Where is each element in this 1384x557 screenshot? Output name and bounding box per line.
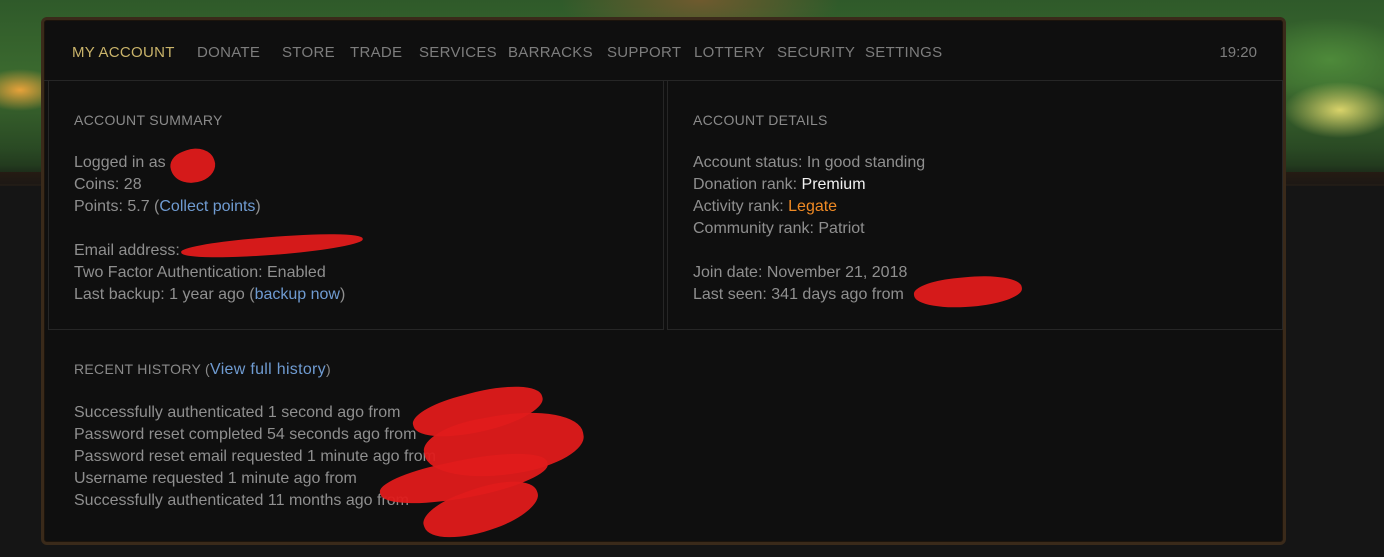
nav-barracks[interactable]: BARRACKS [508, 44, 593, 61]
account-summary-box: ACCOUNT SUMMARY Logged in as Coins: 28 P… [48, 80, 664, 330]
activity-rank-label: Activity rank: [693, 198, 789, 215]
history-entry: Successfully authenticated 11 months ago… [74, 492, 409, 509]
donation-rank-line: Donation rank: Premium [693, 176, 866, 194]
history-entry: Password reset email requested 1 minute … [74, 448, 436, 465]
points-text: Points: 5.7 ( [74, 198, 160, 215]
nav-services[interactable]: SERVICES [419, 44, 497, 61]
backup-line: Last backup: 1 year ago (backup now) [74, 286, 345, 304]
points-suffix: ) [255, 198, 261, 215]
redaction-last-seen [912, 271, 1024, 313]
email-label: Email address: [74, 242, 180, 259]
account-details-title: ACCOUNT DETAILS [693, 112, 828, 128]
donation-rank-value: Premium [801, 176, 866, 193]
recent-history-title: RECENT HISTORY (View full history) [74, 361, 331, 379]
redaction-email [180, 229, 364, 263]
nav-store[interactable]: STORE [282, 44, 335, 61]
history-entry: Password reset completed 54 seconds ago … [74, 426, 417, 443]
account-status-text: Account status: In good standing [693, 154, 926, 171]
recent-history-suffix: ) [325, 361, 331, 377]
backup-text: Last backup: 1 year ago ( [74, 286, 255, 303]
nav-my-account[interactable]: MY ACCOUNT [72, 44, 175, 61]
history-entry: Username requested 1 minute ago from [74, 470, 357, 487]
account-details-box: ACCOUNT DETAILS Account status: In good … [667, 80, 1283, 330]
points-line: Points: 5.7 (Collect points) [74, 198, 261, 216]
nav-trade[interactable]: TRADE [350, 44, 402, 61]
community-rank-text: Community rank: Patriot [693, 220, 865, 237]
nav-settings[interactable]: SETTINGS [865, 44, 942, 61]
backup-now-link[interactable]: backup now [255, 286, 340, 303]
activity-rank-value: Legate [788, 198, 838, 215]
top-nav: MY ACCOUNT DONATE STORE TRADE SERVICES B… [44, 20, 1283, 81]
clock: 19:20 [1219, 44, 1257, 61]
collect-points-link[interactable]: Collect points [159, 198, 255, 215]
two-factor-text: Two Factor Authentication: Enabled [74, 264, 326, 281]
nav-security[interactable]: SECURITY [777, 44, 855, 61]
recent-history-label: RECENT HISTORY ( [74, 361, 211, 377]
backup-suffix: ) [339, 286, 346, 303]
view-full-history-link[interactable]: View full history [210, 361, 326, 378]
coins-text: Coins: 28 [74, 176, 142, 193]
logged-in-label: Logged in as [74, 154, 166, 171]
nav-support[interactable]: SUPPORT [607, 44, 681, 61]
account-panel: MY ACCOUNT DONATE STORE TRADE SERVICES B… [41, 17, 1286, 551]
last-seen-text: Last seen: 341 days ago from [693, 286, 904, 303]
donation-rank-label: Donation rank: [693, 176, 802, 193]
nav-donate[interactable]: DONATE [197, 44, 260, 61]
history-entry: Successfully authenticated 1 second ago … [74, 404, 401, 421]
join-date-text: Join date: November 21, 2018 [693, 264, 908, 281]
redaction-username [166, 142, 220, 190]
account-summary-title: ACCOUNT SUMMARY [74, 112, 223, 128]
activity-rank-line: Activity rank: Legate [693, 198, 837, 216]
nav-lottery[interactable]: LOTTERY [694, 44, 765, 61]
